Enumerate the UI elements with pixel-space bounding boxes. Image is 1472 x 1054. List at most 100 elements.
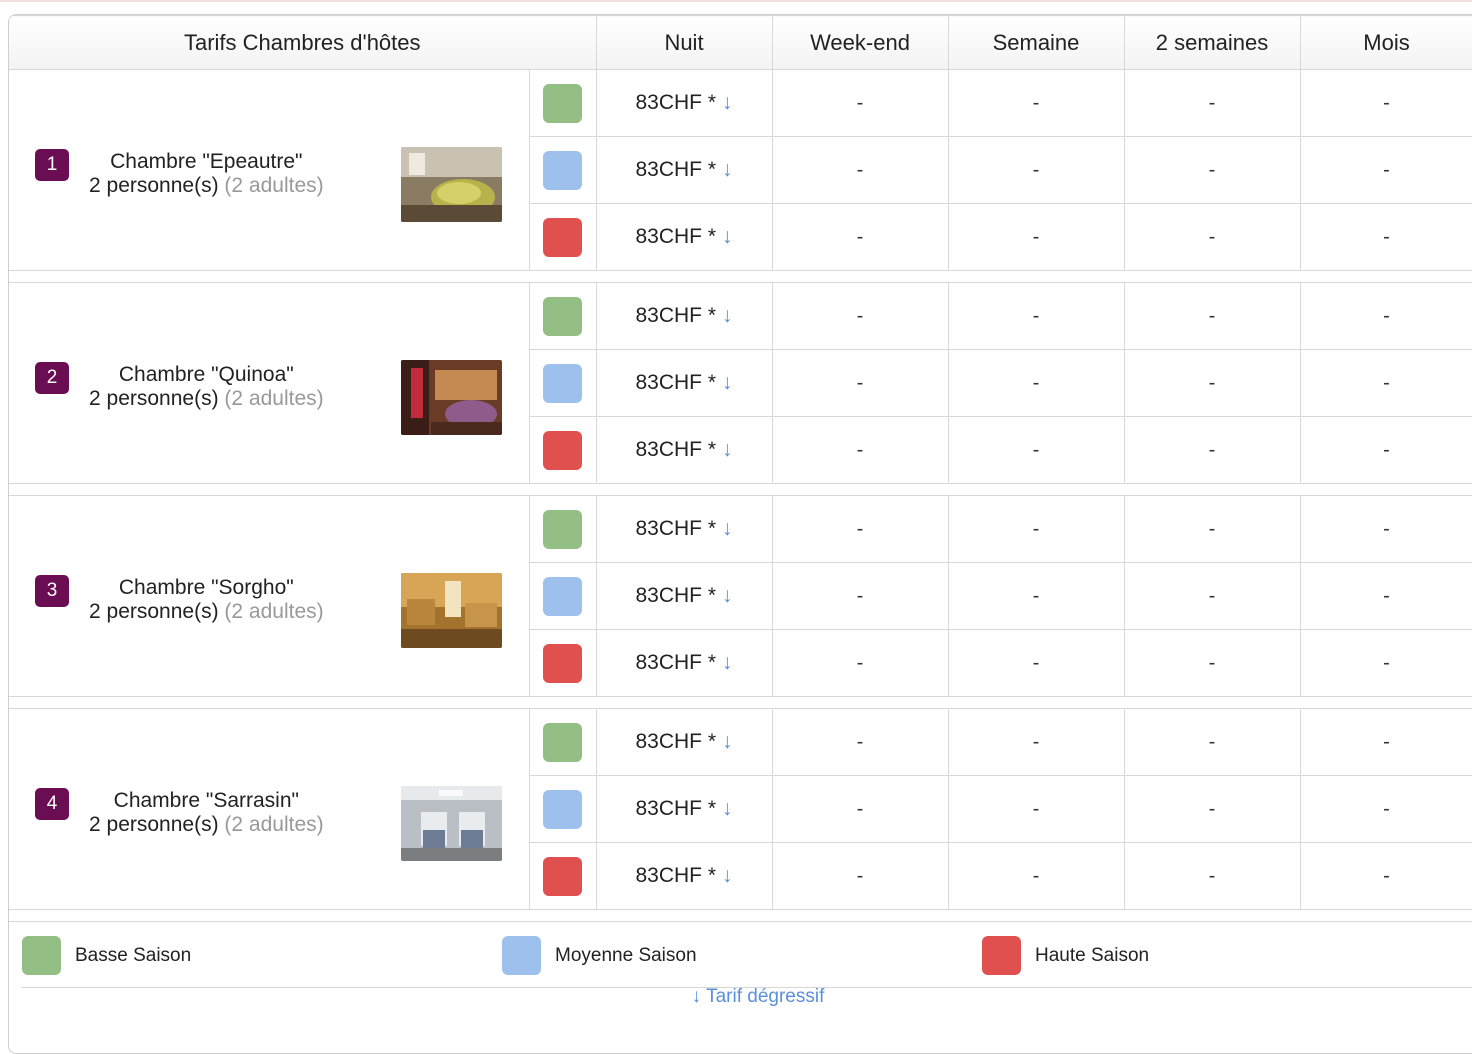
degressive-arrow-icon[interactable]: ↓ (722, 91, 733, 114)
empty-price-dash: - (1032, 731, 1040, 753)
room-name[interactable]: Chambre "Quinoa" (89, 363, 324, 387)
degressive-arrow-icon[interactable]: ↓ (722, 371, 733, 394)
season-swatch-cell (529, 349, 597, 417)
empty-price-dash: - (1208, 865, 1216, 887)
price-nuit: 83CHF * ↓ (595, 349, 773, 417)
degressive-arrow-icon[interactable]: ↓ (722, 517, 733, 540)
season-swatch-cell (528, 495, 597, 563)
price-mois: - (1299, 282, 1472, 350)
rate-row: 2 Chambre "Quinoa" 2 personne(s) (2 adulte… (9, 282, 1472, 484)
price-semaine: - (947, 629, 1125, 697)
price-weekend: - (771, 708, 949, 776)
room-capacity: 2 personne(s) (89, 387, 219, 410)
room-info-cell: 2 Chambre "Quinoa" 2 personne(s) (2 adulte… (9, 282, 530, 484)
room-photo-icon[interactable] (401, 786, 502, 861)
price-weekend: - (771, 562, 949, 630)
empty-price-dash: - (856, 305, 864, 327)
room-name-block: Chambre "Sarrasin" 2 personne(s) (2 adult… (89, 789, 324, 837)
empty-price-dash: - (856, 92, 864, 114)
empty-price-dash: - (1208, 159, 1216, 181)
empty-price-dash: - (1032, 305, 1040, 327)
price-nuit: 83CHF * ↓ (595, 842, 773, 910)
separator-cell (9, 483, 1472, 496)
empty-price-dash: - (1208, 92, 1216, 114)
degressive-arrow-icon[interactable]: ↓ (722, 158, 733, 181)
price-value: 83CHF * (635, 730, 717, 753)
empty-price-dash: - (1032, 159, 1040, 181)
degressive-arrow-icon[interactable]: ↓ (722, 797, 733, 820)
price-semaine: - (947, 349, 1125, 417)
empty-price-dash: - (1383, 518, 1390, 540)
room-separator (9, 270, 1472, 283)
legend-moyenne-label: Moyenne Saison (555, 944, 697, 966)
season-swatch-cell (529, 416, 597, 484)
degressive-arrow-icon[interactable]: ↓ (722, 864, 733, 887)
empty-price-dash: - (856, 652, 864, 674)
room-capacity: 2 personne(s) (89, 600, 219, 623)
empty-price-dash: - (856, 731, 864, 753)
table-header-row: Tarifs Chambres d'hôtes Nuit Week-end Se… (9, 15, 1472, 70)
price-mois: - (1299, 136, 1472, 204)
basse-saison-swatch (543, 296, 582, 336)
room-info: 2 Chambre "Quinoa" 2 personne(s) (2 adulte… (9, 284, 529, 482)
moyenne-saison-swatch (502, 936, 541, 975)
price-mois: - (1299, 708, 1472, 776)
empty-price-dash: - (1032, 372, 1040, 394)
price-2-semaines: - (1123, 562, 1301, 630)
season-swatch-cell (529, 136, 597, 204)
legend-haute: Haute Saison (982, 936, 1149, 975)
season-swatch-cell (529, 629, 597, 697)
price-2-semaines: - (1123, 629, 1301, 697)
room-photo-icon[interactable] (401, 360, 502, 435)
room-photo-icon[interactable] (401, 573, 502, 648)
empty-price-dash: - (1032, 798, 1040, 820)
price-value: 83CHF * (635, 584, 717, 607)
empty-price-dash: - (1032, 92, 1040, 114)
degressive-arrow-icon[interactable]: ↓ (722, 304, 733, 327)
empty-price-dash: - (856, 585, 864, 607)
room-number-badge: 3 (35, 575, 69, 607)
empty-price-dash: - (856, 798, 864, 820)
empty-price-dash: - (1383, 92, 1390, 114)
room-info: 3 Chambre "Sorgho" 2 personne(s) (2 adulte… (9, 497, 529, 695)
season-swatch-cell (529, 775, 597, 843)
degressive-arrow-icon[interactable]: ↓ (722, 584, 733, 607)
empty-price-dash: - (856, 372, 864, 394)
degressive-arrow-icon[interactable]: ↓ (722, 651, 733, 674)
room-info: 4 Chambre "Sarrasin" 2 personne(s) (2 adul… (9, 710, 529, 908)
empty-price-dash: - (1032, 439, 1040, 461)
degressive-rate-link[interactable]: ↓ Tarif dégressif (0, 986, 1472, 1008)
room-separator (9, 483, 1472, 496)
room-separator (9, 909, 1472, 922)
price-weekend: - (771, 282, 949, 350)
price-mois: - (1299, 69, 1472, 137)
price-value: 83CHF * (635, 438, 717, 461)
price-2-semaines: - (1123, 708, 1301, 776)
empty-price-dash: - (856, 439, 864, 461)
room-name-block: Chambre "Epeautre" 2 personne(s) (2 adult… (89, 150, 324, 198)
top-accent-line (0, 0, 1472, 2)
room-name[interactable]: Chambre "Sorgho" (89, 576, 324, 600)
room-info-cell: 4 Chambre "Sarrasin" 2 personne(s) (2 adul… (9, 708, 530, 910)
price-value: 83CHF * (635, 517, 717, 540)
empty-price-dash: - (1383, 159, 1390, 181)
degressive-arrow-icon[interactable]: ↓ (722, 730, 733, 753)
price-weekend: - (771, 629, 949, 697)
empty-price-dash: - (1383, 865, 1390, 887)
price-mois: - (1299, 349, 1472, 417)
legend-haute-label: Haute Saison (1035, 944, 1150, 966)
price-2-semaines: - (1123, 136, 1301, 204)
price-nuit: 83CHF * ↓ (595, 69, 773, 137)
room-name[interactable]: Chambre "Sarrasin" (89, 789, 324, 813)
degressive-arrow-icon[interactable]: ↓ (722, 225, 733, 248)
room-photo-icon[interactable] (401, 147, 502, 222)
room-name-block: Chambre "Quinoa" 2 personne(s) (2 adultes… (89, 363, 324, 411)
room-capacity-line: 2 personne(s) (2 adultes) (89, 174, 324, 198)
room-name[interactable]: Chambre "Epeautre" (89, 150, 324, 174)
rate-row: 4 Chambre "Sarrasin" 2 personne(s) (2 adul… (9, 708, 1472, 910)
separator-cell (9, 696, 1472, 709)
legend-moyenne: Moyenne Saison (502, 936, 697, 975)
degressive-arrow-icon[interactable]: ↓ (722, 438, 733, 461)
price-mois: - (1299, 416, 1472, 484)
price-nuit: 83CHF * ↓ (595, 136, 773, 204)
